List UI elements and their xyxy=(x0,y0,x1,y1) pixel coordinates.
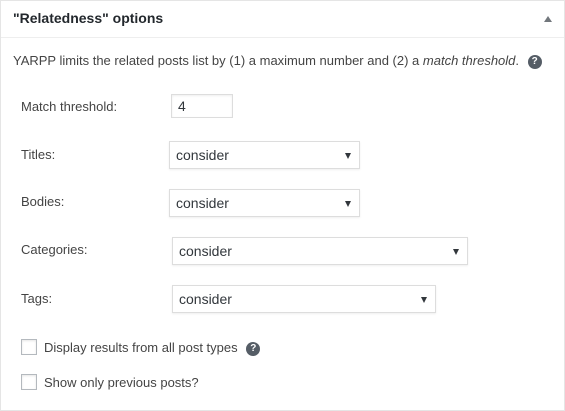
previous-posts-label[interactable]: Show only previous posts? xyxy=(44,375,199,390)
chevron-down-icon xyxy=(345,153,351,159)
categories-select-value: consider xyxy=(179,243,232,259)
tags-select[interactable]: consider xyxy=(172,285,436,313)
chevron-down-icon xyxy=(421,297,427,303)
match-threshold-input[interactable]: 4 xyxy=(171,94,233,118)
help-icon[interactable]: ? xyxy=(527,55,542,69)
chevron-down-icon xyxy=(345,201,351,207)
titles-select[interactable]: consider xyxy=(169,141,360,169)
bodies-select[interactable]: consider xyxy=(169,189,360,217)
tags-select-value: consider xyxy=(179,291,232,307)
tags-label: Tags: xyxy=(21,291,53,306)
intro-text-end: . xyxy=(515,53,520,68)
titles-label: Titles: xyxy=(21,147,56,162)
all-post-types-label[interactable]: Display results from all post types ? xyxy=(44,340,261,356)
bodies-select-value: consider xyxy=(176,195,229,211)
all-post-types-checkbox[interactable] xyxy=(21,339,37,355)
help-icon[interactable]: ? xyxy=(246,342,261,356)
chevron-down-icon xyxy=(453,249,459,255)
match-threshold-label: Match threshold: xyxy=(21,99,118,114)
intro-text-emphasis: match threshold xyxy=(422,53,516,68)
titles-select-value: consider xyxy=(176,147,229,163)
intro-text: YARPP limits the related posts list by (… xyxy=(13,53,542,69)
bodies-label: Bodies: xyxy=(21,194,65,209)
all-post-types-label-text: Display results from all post types xyxy=(44,340,238,355)
categories-label: Categories: xyxy=(21,242,88,257)
relatedness-options-panel: "Relatedness" options YARPP limits the r… xyxy=(0,0,565,411)
intro-text-start: YARPP limits the related posts list by (… xyxy=(13,53,423,68)
triangle-up-icon[interactable] xyxy=(544,16,552,22)
categories-select[interactable]: consider xyxy=(172,237,468,265)
panel-title: "Relatedness" options xyxy=(13,10,164,26)
panel-header[interactable]: "Relatedness" options xyxy=(1,1,564,38)
previous-posts-checkbox[interactable] xyxy=(21,374,37,390)
